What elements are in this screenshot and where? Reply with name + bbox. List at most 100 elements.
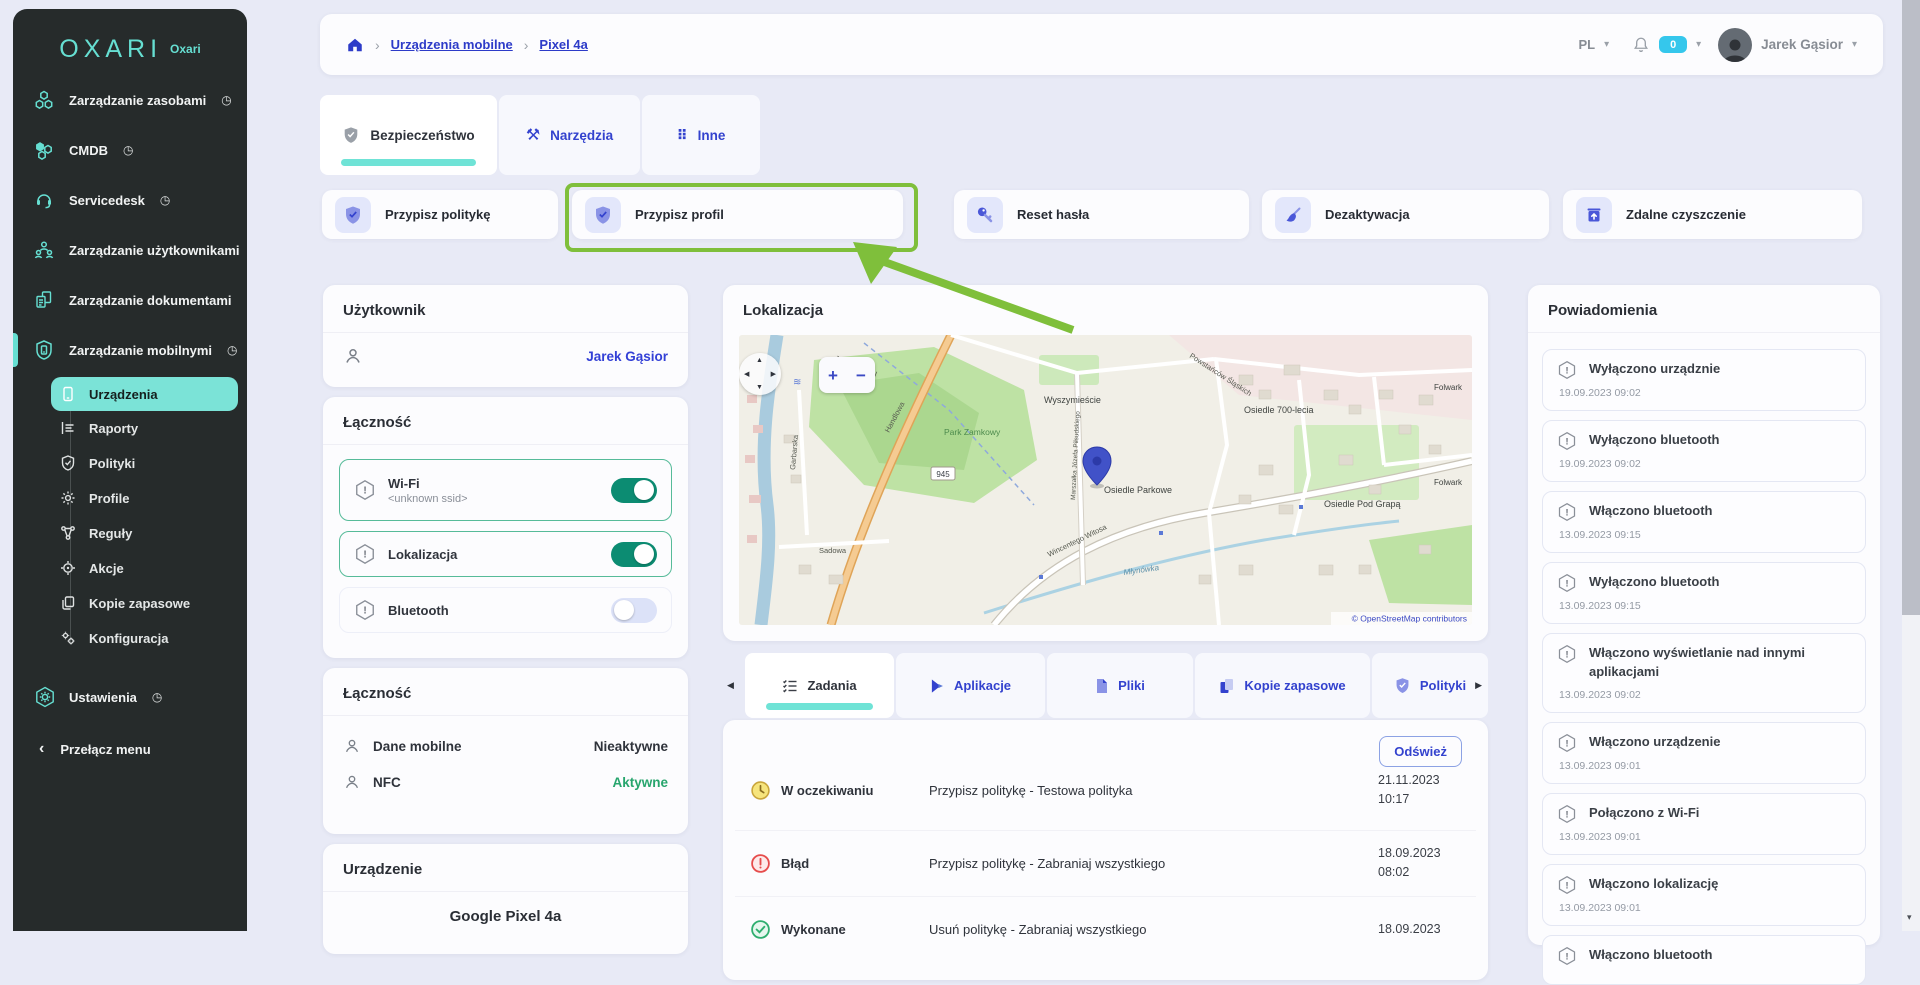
tab-polityki[interactable]: Polityki bbox=[1372, 653, 1488, 718]
avatar[interactable] bbox=[1718, 28, 1752, 62]
notification-item[interactable]: !Włączono lokalizację 13.09.2023 09:01 bbox=[1542, 864, 1866, 926]
tab-label: Narzędzia bbox=[550, 128, 613, 143]
trash-up-arrow-icon bbox=[1576, 197, 1612, 233]
sidebar-item-label: Zarządzanie dokumentami bbox=[69, 293, 232, 308]
top-header: › Urządzenia mobilne › Pixel 4a PL ▾ 0 ▾… bbox=[320, 14, 1883, 75]
done-status-icon bbox=[750, 919, 771, 940]
detail-tab-label: Aplikacje bbox=[954, 678, 1011, 693]
task-date: 18.09.2023 bbox=[1378, 844, 1462, 863]
task-row[interactable]: Wykonane Usuń politykę - Zabraniaj wszys… bbox=[723, 896, 1488, 962]
notification-text: Wyłączono urządznie bbox=[1589, 360, 1720, 379]
hexagon-alert-icon: ! bbox=[1557, 733, 1577, 753]
sidebar-item-label: Zarządzanie użytkownikami bbox=[69, 243, 240, 258]
notification-item[interactable]: !Włączono urządzenie 13.09.2023 09:01 bbox=[1542, 722, 1866, 784]
map-pan-control[interactable]: ▲ ▼ ◀ ▶ bbox=[739, 353, 781, 395]
assign-policy-button[interactable]: Przypisz politykę bbox=[322, 190, 558, 239]
bluetooth-label: Bluetooth bbox=[388, 603, 449, 618]
location-toggle[interactable] bbox=[611, 542, 657, 567]
pan-left-icon[interactable]: ◀ bbox=[744, 370, 749, 378]
mobile-data-value: Nieaktywne bbox=[594, 739, 668, 754]
notifications-title: Powiadomienia bbox=[1528, 285, 1880, 332]
bluetooth-toggle[interactable] bbox=[611, 598, 657, 623]
notification-count-badge[interactable]: 0 bbox=[1659, 36, 1687, 53]
breadcrumb-link-urzadzenia-mobilne[interactable]: Urządzenia mobilne bbox=[391, 37, 513, 52]
sidebar-subitem-label: Akcje bbox=[89, 561, 124, 576]
tabs-scroll-left-icon[interactable]: ◀ bbox=[727, 680, 734, 691]
notification-date: 13.09.2023 09:02 bbox=[1557, 689, 1851, 701]
chevron-down-icon[interactable]: ▾ bbox=[1852, 39, 1857, 50]
sidebar-subitem-raporty[interactable]: Raporty bbox=[51, 411, 238, 446]
rules-icon bbox=[60, 525, 77, 542]
sidebar-item-label: Servicedesk bbox=[69, 193, 145, 208]
user-link[interactable]: Jarek Gąsior bbox=[586, 349, 668, 364]
notification-item[interactable]: !Połączono z Wi-Fi 13.09.2023 09:01 bbox=[1542, 793, 1866, 855]
sidebar-subitem-reguly[interactable]: Reguły bbox=[51, 516, 238, 551]
zoom-in-button[interactable]: + bbox=[828, 367, 838, 384]
tab-aplikacje[interactable]: Aplikacje bbox=[896, 653, 1045, 718]
tab-inne[interactable]: ⠿ Inne bbox=[642, 95, 760, 175]
sidebar-subitem-akcje[interactable]: Akcje bbox=[51, 551, 238, 586]
map[interactable]: ≋ 945 Wyszymieście Osiedle Parkowe Osied… bbox=[739, 335, 1472, 625]
tab-kopie-zapasowe[interactable]: Kopie zapasowe bbox=[1195, 653, 1370, 718]
sidebar-item-servicedesk[interactable]: Servicedesk ◷ bbox=[13, 175, 247, 225]
wifi-toggle[interactable] bbox=[611, 478, 657, 503]
connectivity-card-title: Łączność bbox=[323, 397, 688, 444]
svg-text:!: ! bbox=[363, 486, 366, 497]
task-row[interactable]: Błąd Przypisz politykę - Zabraniaj wszys… bbox=[723, 830, 1488, 896]
chevron-down-icon[interactable]: ▾ bbox=[1696, 39, 1701, 50]
language-selector[interactable]: PL bbox=[1578, 37, 1595, 52]
tabs-scroll-right-icon[interactable]: ▶ bbox=[1475, 680, 1482, 691]
tab-narzedzia[interactable]: ⚒ Narzędzia bbox=[499, 95, 640, 175]
map-attribution[interactable]: © OpenStreetMap contributors bbox=[1352, 614, 1467, 624]
sidebar-item-zarzadzanie-dokumentami[interactable]: Zarządzanie dokumentami ◷ bbox=[13, 275, 247, 325]
documents-icon bbox=[34, 290, 56, 310]
sidebar-item-cmdb[interactable]: CMDB ◷ bbox=[13, 125, 247, 175]
reset-password-button[interactable]: Reset hasła bbox=[954, 190, 1249, 239]
notification-item[interactable]: !Włączono bluetooth bbox=[1542, 935, 1866, 985]
mobile-data-label: Dane mobilne bbox=[373, 739, 462, 754]
map-zoom-control: + − bbox=[819, 357, 875, 393]
notification-item[interactable]: !Wyłączono urządznie 19.09.2023 09:02 bbox=[1542, 349, 1866, 411]
tab-zadania[interactable]: Zadania bbox=[745, 653, 894, 718]
sidebar-subitem-kopie-zapasowe[interactable]: Kopie zapasowe bbox=[51, 586, 238, 621]
sidebar-subitem-label: Profile bbox=[89, 491, 129, 506]
sidebar-item-zarzadzanie-mobilnymi[interactable]: Zarządzanie mobilnymi ◷ bbox=[13, 325, 247, 375]
shield-icon bbox=[342, 126, 360, 144]
breadcrumb-link-pixel-4a[interactable]: Pixel 4a bbox=[539, 37, 587, 52]
notification-item[interactable]: !Wyłączono bluetooth 13.09.2023 09:15 bbox=[1542, 562, 1866, 624]
person-icon bbox=[343, 773, 361, 791]
notification-item[interactable]: !Włączono wyświetlanie nad innymi aplika… bbox=[1542, 633, 1866, 713]
deactivate-button[interactable]: Dezaktywacja bbox=[1262, 190, 1549, 239]
user-name[interactable]: Jarek Gąsior bbox=[1761, 37, 1843, 52]
sidebar-subitem-urzadzenia[interactable]: Urządzenia bbox=[51, 377, 238, 411]
sidebar-subitem-konfiguracja[interactable]: Konfiguracja bbox=[51, 621, 238, 656]
user-card-title: Użytkownik bbox=[323, 285, 688, 332]
remote-wipe-button[interactable]: Zdalne czyszczenie bbox=[1563, 190, 1862, 239]
hexagon-alert-icon: ! bbox=[354, 599, 376, 621]
home-icon[interactable] bbox=[346, 36, 364, 54]
sidebar-item-ustawienia[interactable]: Ustawienia ◷ bbox=[13, 672, 247, 722]
sidebar-item-zarzadzanie-uzytkownikami[interactable]: Zarządzanie użytkownikami ◷ bbox=[13, 225, 247, 275]
sidebar-item-zarzadzanie-zasobami[interactable]: Zarządzanie zasobami ◷ bbox=[13, 75, 247, 125]
notification-item[interactable]: !Wyłączono bluetooth 19.09.2023 09:02 bbox=[1542, 420, 1866, 482]
assign-profile-button[interactable]: Przypisz profil bbox=[572, 190, 903, 239]
task-row[interactable]: W oczekiwaniu Przypisz politykę - Testow… bbox=[723, 750, 1488, 830]
page-scrollbar-thumb[interactable] bbox=[1902, 0, 1920, 615]
notification-item[interactable]: !Włączono bluetooth 13.09.2023 09:15 bbox=[1542, 491, 1866, 553]
map-route-badge: 945 bbox=[936, 470, 950, 479]
pan-right-icon[interactable]: ▶ bbox=[771, 370, 776, 378]
pan-up-icon[interactable]: ▲ bbox=[756, 357, 763, 364]
scrollbar-down-arrow-icon[interactable]: ▾ bbox=[1907, 912, 1912, 923]
bell-icon[interactable] bbox=[1632, 36, 1650, 54]
task-description: Przypisz politykę - Zabraniaj wszystkieg… bbox=[929, 856, 1378, 871]
toggle-menu-button[interactable]: ‹ Przełącz menu bbox=[13, 740, 247, 758]
tab-bezpieczenstwo[interactable]: Bezpieczeństwo bbox=[320, 95, 497, 175]
tab-pliki[interactable]: Pliki bbox=[1047, 653, 1193, 718]
sidebar-subitem-polityki[interactable]: Polityki bbox=[51, 446, 238, 481]
zoom-out-button[interactable]: − bbox=[856, 367, 866, 384]
map-label: Folwark bbox=[1434, 383, 1463, 392]
sidebar-subitem-profile[interactable]: Profile bbox=[51, 481, 238, 516]
chevron-left-icon: ‹ bbox=[39, 740, 44, 758]
pan-down-icon[interactable]: ▼ bbox=[756, 384, 763, 391]
notification-date: 13.09.2023 09:01 bbox=[1557, 760, 1851, 772]
